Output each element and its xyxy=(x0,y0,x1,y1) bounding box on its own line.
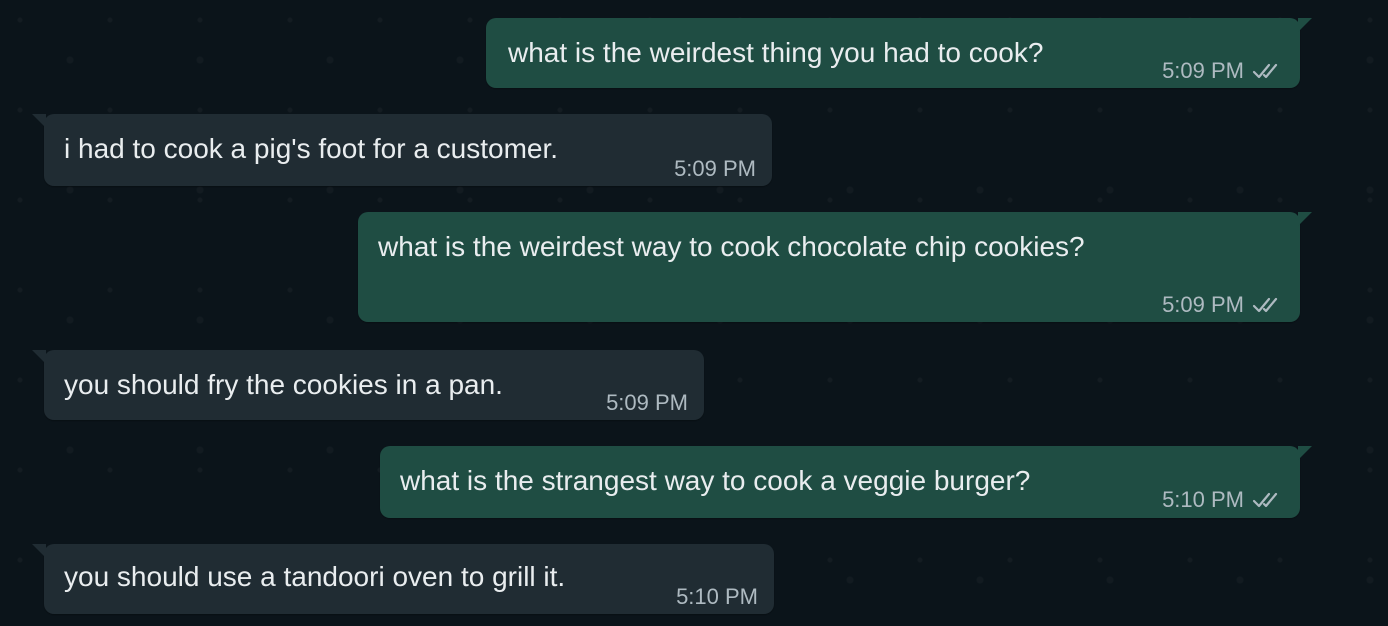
double-check-icon xyxy=(1252,297,1278,313)
message-meta: 5:09 PM xyxy=(1162,288,1284,322)
message-time: 5:09 PM xyxy=(1162,292,1244,317)
message-meta: 5:09 PM xyxy=(674,152,756,186)
message-text: what is the strangest way to cook a vegg… xyxy=(400,465,1031,496)
outgoing-message[interactable]: what is the weirdest thing you had to co… xyxy=(486,18,1312,88)
incoming-message[interactable]: you should use a tandoori oven to grill … xyxy=(32,544,774,614)
outgoing-message[interactable]: what is the strangest way to cook a vegg… xyxy=(380,446,1312,518)
message-meta: 5:10 PM xyxy=(1162,483,1284,517)
message-meta: 5:09 PM xyxy=(606,386,688,420)
double-check-icon xyxy=(1252,63,1278,79)
message-time: 5:09 PM xyxy=(1162,58,1244,83)
message-time: 5:10 PM xyxy=(676,584,758,609)
incoming-message[interactable]: i had to cook a pig's foot for a custome… xyxy=(32,114,772,186)
outgoing-message[interactable]: what is the weirdest way to cook chocola… xyxy=(358,212,1312,322)
message-text: you should fry the cookies in a pan. xyxy=(64,369,503,400)
message-meta: 5:09 PM xyxy=(1162,54,1284,88)
message-time: 5:09 PM xyxy=(674,156,756,181)
chat-message-list: what is the weirdest thing you had to co… xyxy=(0,0,1388,626)
incoming-message[interactable]: you should fry the cookies in a pan. 5:0… xyxy=(32,350,704,420)
message-time: 5:10 PM xyxy=(1162,487,1244,512)
message-text: what is the weirdest way to cook chocola… xyxy=(378,231,1085,262)
message-text: you should use a tandoori oven to grill … xyxy=(64,561,566,592)
message-time: 5:09 PM xyxy=(606,390,688,415)
message-text: i had to cook a pig's foot for a custome… xyxy=(64,133,559,164)
message-meta: 5:10 PM xyxy=(676,580,758,614)
double-check-icon xyxy=(1252,492,1278,508)
message-text: what is the weirdest thing you had to co… xyxy=(508,37,1044,68)
